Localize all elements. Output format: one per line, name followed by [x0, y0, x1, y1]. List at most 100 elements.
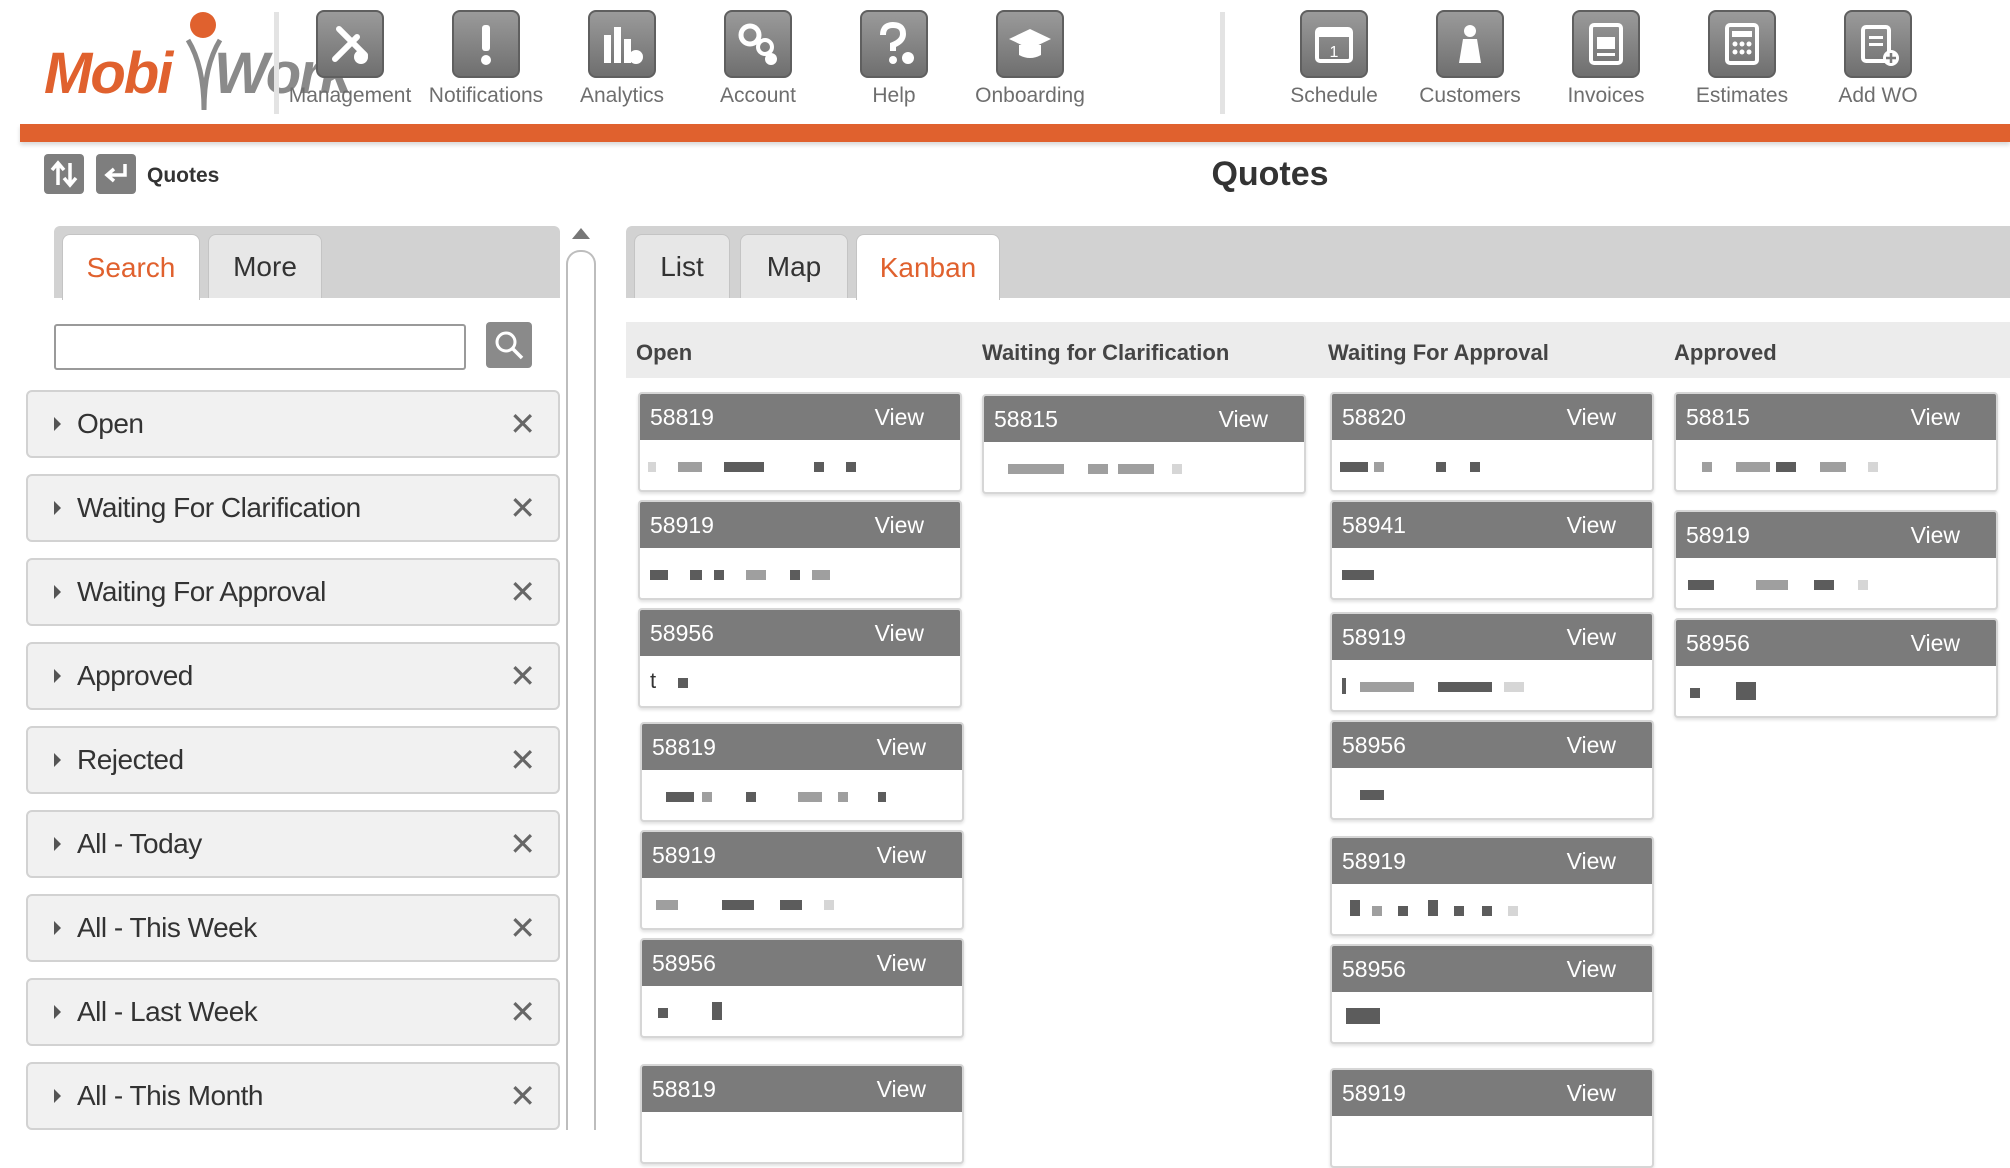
search-input[interactable] [54, 324, 466, 370]
card-header: 58956 View [1332, 946, 1652, 992]
tab-search[interactable]: Search [62, 234, 200, 300]
nav-label: Notifications [428, 84, 544, 107]
filter-rejected[interactable]: Rejected ✕ [26, 726, 560, 794]
svg-text:1: 1 [1330, 44, 1339, 61]
card-details-redacted [984, 442, 1304, 492]
nav-customers[interactable]: Customers [1402, 10, 1538, 114]
filter-open[interactable]: Open ✕ [26, 390, 560, 458]
quote-card[interactable]: 58919 View [1330, 612, 1654, 712]
view-link[interactable]: View [1567, 956, 1616, 983]
card-header: 58819 View [640, 394, 960, 440]
view-link[interactable]: View [1567, 1080, 1616, 1107]
search-button[interactable] [486, 322, 532, 368]
quote-card[interactable]: 58919 View [640, 830, 964, 930]
quote-card[interactable]: 58956 View [1674, 618, 1998, 718]
quote-number: 58956 [1342, 731, 1406, 758]
toggle-sort-button[interactable] [44, 154, 84, 194]
view-link[interactable]: View [877, 734, 926, 761]
view-link[interactable]: View [1567, 732, 1616, 759]
view-link[interactable]: View [1911, 630, 1960, 657]
view-link[interactable]: View [1567, 624, 1616, 651]
card-details-redacted [642, 770, 962, 820]
quote-card[interactable]: 58820 View [1330, 392, 1654, 492]
view-link[interactable]: View [1219, 406, 1268, 433]
column-title-waiting-for-approval: Waiting For Approval [1328, 340, 1549, 365]
nav-onboarding[interactable]: Onboarding [962, 10, 1098, 114]
tab-map[interactable]: Map [740, 234, 848, 298]
quote-number: 58919 [1686, 521, 1750, 548]
filter-all-this-month[interactable]: All - This Month ✕ [26, 1062, 560, 1130]
nav-management[interactable]: Management [282, 10, 418, 114]
card-details-redacted [1676, 440, 1996, 490]
nav-analytics[interactable]: Analytics [554, 10, 690, 114]
quote-card[interactable]: 58815 View [1674, 392, 1998, 492]
quote-card[interactable]: 58819 View [640, 1064, 964, 1164]
quote-card[interactable]: 58956 View [640, 938, 964, 1038]
logo-text-mobi: Mobi [44, 41, 173, 106]
filter-all-this-week[interactable]: All - This Week ✕ [26, 894, 560, 962]
nav-invoices[interactable]: Invoices [1538, 10, 1674, 114]
view-link[interactable]: View [1567, 404, 1616, 431]
card-details-redacted [1332, 548, 1652, 598]
column-title-open: Open [636, 340, 693, 365]
card-details-redacted [642, 986, 962, 1036]
view-link[interactable]: View [877, 950, 926, 977]
quote-card[interactable]: 58815 View [982, 394, 1306, 494]
page-title: Quotes [1211, 155, 1329, 193]
close-icon[interactable]: ✕ [509, 1080, 536, 1112]
view-link[interactable]: View [877, 842, 926, 869]
view-link[interactable]: View [875, 404, 924, 431]
card-header: 58956 View [640, 610, 960, 656]
close-icon[interactable]: ✕ [509, 492, 536, 524]
nav-schedule[interactable]: 1 Schedule [1266, 10, 1402, 114]
card-details-redacted [1676, 666, 1996, 716]
scroll-track[interactable] [566, 250, 596, 1130]
quote-card[interactable]: 58919 View [1330, 836, 1654, 936]
quote-card[interactable]: 58819 View [640, 722, 964, 822]
close-icon[interactable]: ✕ [509, 660, 536, 692]
view-link[interactable]: View [875, 620, 924, 647]
quote-card[interactable]: 58919 View [638, 500, 962, 600]
tab-more[interactable]: More [208, 234, 322, 298]
view-link[interactable]: View [1567, 848, 1616, 875]
breadcrumb-current: Quotes [147, 164, 220, 187]
close-icon[interactable]: ✕ [509, 912, 536, 944]
tab-kanban[interactable]: Kanban [856, 234, 1000, 300]
close-icon[interactable]: ✕ [509, 996, 536, 1028]
close-icon[interactable]: ✕ [509, 744, 536, 776]
nav-account[interactable]: Account [690, 10, 826, 114]
quote-card[interactable]: 58941 View [1330, 500, 1654, 600]
close-icon[interactable]: ✕ [509, 828, 536, 860]
nav-add-wo[interactable]: Add WO [1810, 10, 1946, 114]
filter-waiting-for-approval[interactable]: Waiting For Approval ✕ [26, 558, 560, 626]
quote-card[interactable]: 58819 View [638, 392, 962, 492]
nav-estimates[interactable]: Estimates [1674, 10, 1810, 114]
filter-all-today[interactable]: All - Today ✕ [26, 810, 560, 878]
close-icon[interactable]: ✕ [509, 576, 536, 608]
scroll-up-arrow-icon[interactable] [572, 228, 590, 239]
quote-number: 58919 [1342, 847, 1406, 874]
quote-card[interactable]: 58956 View [1330, 720, 1654, 820]
quote-card[interactable]: 58919 View [1330, 1068, 1654, 1168]
quote-card[interactable]: 58919 View [1674, 510, 1998, 610]
view-link[interactable]: View [1567, 512, 1616, 539]
quote-card[interactable]: 58956 View t [638, 608, 962, 708]
close-icon[interactable]: ✕ [509, 408, 536, 440]
view-link[interactable]: View [1911, 404, 1960, 431]
filter-approved[interactable]: Approved ✕ [26, 642, 560, 710]
card-header: 58919 View [1332, 614, 1652, 660]
nav-notifications[interactable]: Notifications [418, 10, 554, 114]
card-header: 58919 View [642, 832, 962, 878]
filter-waiting-for-clarification[interactable]: Waiting For Clarification ✕ [26, 474, 560, 542]
nav-help[interactable]: Help [826, 10, 962, 114]
view-link[interactable]: View [1911, 522, 1960, 549]
view-link[interactable]: View [877, 1076, 926, 1103]
nav-label: Help [872, 84, 916, 107]
caret-right-icon [54, 1089, 61, 1103]
quote-card[interactable]: 58956 View [1330, 944, 1654, 1044]
tab-list[interactable]: List [634, 234, 730, 298]
view-link[interactable]: View [875, 512, 924, 539]
left-panel-scrollbar[interactable] [564, 222, 598, 1130]
back-button[interactable] [96, 154, 136, 194]
filter-all-last-week[interactable]: All - Last Week ✕ [26, 978, 560, 1046]
